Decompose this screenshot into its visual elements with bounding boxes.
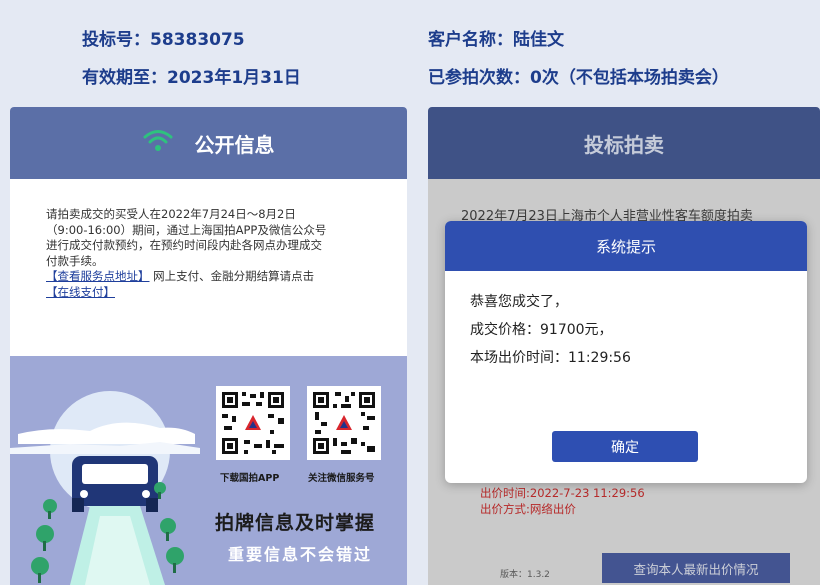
wifi-icon	[143, 128, 173, 159]
notice-line: （9:00-16:00）期间，通过上海国拍APP及微信公众号	[46, 222, 327, 237]
customer-name: 客户名称：陆佳文	[428, 30, 564, 50]
bidding-header: 投标拍卖	[428, 107, 820, 179]
bidding-title: 投标拍卖	[584, 132, 664, 157]
participation-count: 已参拍次数：0次（不包括本场拍卖会）	[428, 68, 729, 88]
system-alert-dialog: 系统提示 恭喜您成交了， 成交价格：91700元， 本场出价时间：11:29:5…	[445, 221, 807, 483]
dialog-bid-time: 本场出价时间：11:29:56	[470, 350, 631, 366]
service-address-link[interactable]: 【查看服务点地址】	[46, 269, 150, 283]
app-qr-label: 下载国拍APP	[220, 473, 280, 484]
promo-banner: 下载国拍APP 关注微信服务号 拍牌信息及时掌握 重要信息不会错过	[10, 356, 407, 585]
payment-notice: 请拍卖成交的买受人在2022年7月24日～8月2日 （9:00-16:00）期间…	[10, 179, 407, 329]
app-qr-code	[216, 386, 290, 460]
dialog-title: 系统提示	[445, 221, 807, 271]
account-header: 投标号：58383075 有效期至：2023年1月31日 客户名称：陆佳文 已参…	[0, 0, 820, 108]
notice-line: 请拍卖成交的买受人在2022年7月24日～8月2日	[46, 207, 296, 221]
valid-until: 有效期至：2023年1月31日	[82, 68, 301, 88]
public-info-panel: 公开信息 请拍卖成交的买受人在2022年7月24日～8月2日 （9:00-16:…	[10, 107, 407, 585]
confirm-button[interactable]: 确定	[552, 431, 698, 462]
wechat-qr-label: 关注微信服务号	[308, 473, 375, 484]
wechat-qr-code	[307, 386, 381, 460]
banner-subslogan: 重要信息不会错过	[228, 545, 373, 564]
dialog-message-congrats: 恭喜您成交了，	[470, 294, 568, 310]
service-row: 【查看服务点地址】 网上支付、金融分期结算请点击	[46, 269, 371, 285]
public-info-header: 公开信息	[10, 107, 407, 179]
public-info-title: 公开信息	[194, 132, 275, 157]
online-pay-link[interactable]: 【在线支付】	[46, 285, 115, 299]
bid-number: 投标号：58383075	[82, 30, 245, 50]
banner-slogan: 拍牌信息及时掌握	[215, 512, 376, 534]
payment-text: 网上支付、金融分期结算请点击	[153, 269, 315, 283]
dialog-deal-price: 成交价格：91700元，	[470, 322, 613, 338]
notice-line: 进行成交付款预约，在预约时间段内赴各网点办理成交	[46, 238, 322, 252]
notice-line: 付款手续。	[46, 253, 104, 268]
